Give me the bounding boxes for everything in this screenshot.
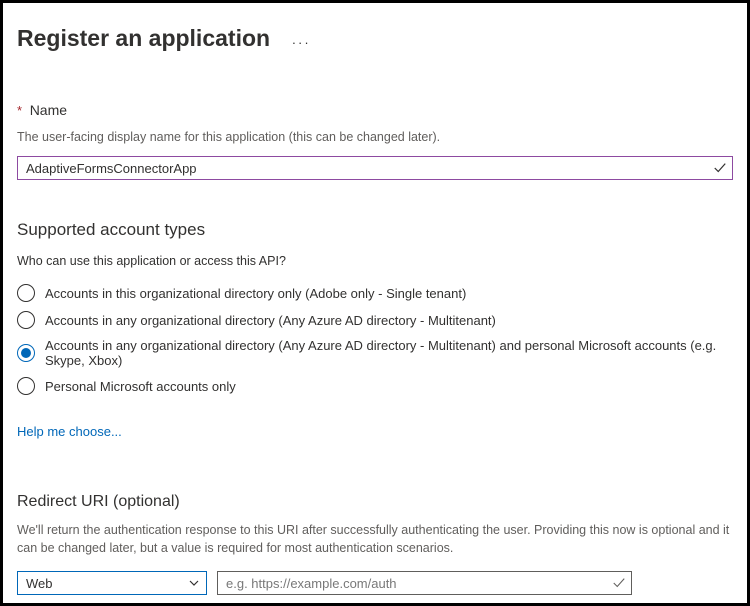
radio-icon (17, 284, 35, 302)
radio-label: Accounts in this organizational director… (45, 286, 466, 301)
radio-personal-only[interactable]: Personal Microsoft accounts only (17, 377, 733, 395)
account-types-question: Who can use this application or access t… (17, 254, 733, 268)
radio-single-tenant[interactable]: Accounts in this organizational director… (17, 284, 733, 302)
required-indicator: * (17, 103, 22, 118)
radio-label: Personal Microsoft accounts only (45, 379, 236, 394)
redirect-uri-heading: Redirect URI (optional) (17, 493, 733, 511)
name-helper-text: The user-facing display name for this ap… (17, 128, 733, 146)
radio-icon (17, 344, 35, 362)
name-field-label: Name (30, 102, 67, 118)
platform-select-value: Web (26, 576, 53, 591)
radio-label: Accounts in any organizational directory… (45, 338, 733, 368)
chevron-down-icon (188, 577, 200, 589)
app-name-input[interactable] (17, 156, 733, 180)
redirect-uri-input[interactable] (217, 571, 632, 595)
account-types-radio-group: Accounts in this organizational director… (17, 284, 733, 395)
radio-icon (17, 311, 35, 329)
page-title: Register an application (17, 25, 270, 52)
help-me-choose-link[interactable]: Help me choose... (17, 424, 122, 439)
account-types-heading: Supported account types (17, 220, 733, 240)
radio-multi-tenant[interactable]: Accounts in any organizational directory… (17, 311, 733, 329)
radio-label: Accounts in any organizational directory… (45, 313, 496, 328)
platform-select[interactable]: Web (17, 571, 207, 595)
radio-icon (17, 377, 35, 395)
validation-check-icon (612, 576, 626, 590)
radio-multi-tenant-personal[interactable]: Accounts in any organizational directory… (17, 338, 733, 368)
validation-check-icon (713, 161, 727, 175)
more-actions-icon[interactable]: ··· (292, 35, 311, 50)
redirect-uri-helper: We'll return the authentication response… (17, 521, 733, 557)
